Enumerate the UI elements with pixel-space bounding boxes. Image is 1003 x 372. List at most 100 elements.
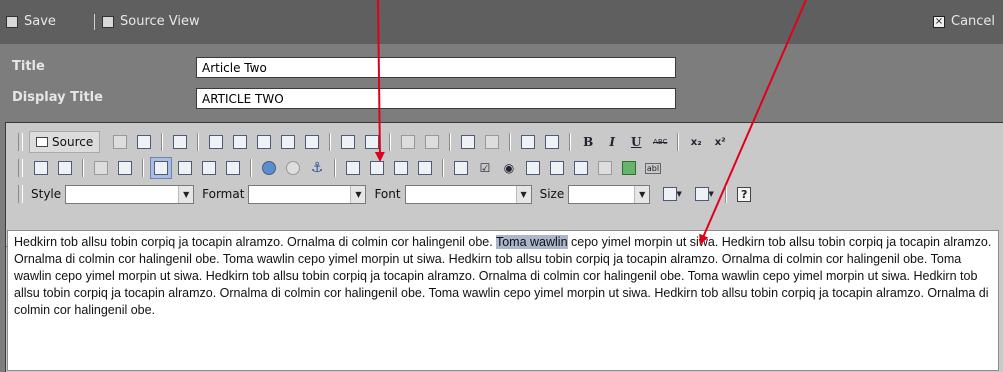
toolbar-separator [250,159,252,177]
underline-button[interactable]: U [625,131,647,153]
editor-content-area[interactable]: Hedkirn tob allsu tobin corpiq ja tocapi… [7,230,999,371]
toolbar-grip [18,159,23,177]
save-doc-button[interactable] [109,131,131,153]
replace-icon [485,135,500,149]
help-icon: ? [737,186,752,202]
insert-image-button[interactable] [342,157,364,179]
justify-button[interactable] [222,157,244,179]
image-button-button[interactable] [618,157,640,179]
style-label: Style [31,187,62,201]
help-button[interactable]: ? [733,183,755,205]
align-center-button[interactable] [174,157,196,179]
form-button[interactable] [450,157,472,179]
toolbar-separator [197,133,200,151]
printer-icon [341,135,356,149]
align-right-button[interactable] [198,157,220,179]
rich-text-editor: Source B I U ABC x₂ x² ⚓ ☑ ◉ abl Style ▼… [5,122,1003,372]
font-select[interactable]: ▼ [404,184,532,204]
image-icon [346,161,360,175]
source-view-button[interactable]: Source View [102,14,200,29]
source-button[interactable]: Source [29,131,101,153]
insert-table-button[interactable] [366,157,388,179]
toolbar-row-3: Style ▼ Format ▼ Font ▼ Size ▼ ▼ ▼ ? [18,182,756,206]
selected-text: Toma wawlin [495,235,568,249]
image-button-icon [622,161,636,175]
horizontal-rule-button[interactable] [390,157,412,179]
indent-button[interactable] [114,157,136,179]
hidden-field-button[interactable]: abl [642,157,664,179]
superscript-glyph: x² [714,136,726,148]
bulleted-list-icon [58,161,72,175]
radio-button[interactable]: ◉ [498,157,520,179]
paste-text-button[interactable] [277,131,299,153]
spellcheck-button[interactable] [361,131,383,153]
scissors-icon [209,135,224,149]
toolbar-separator [334,159,336,177]
print-button[interactable] [337,131,359,153]
bulleted-list-button[interactable] [54,157,76,179]
save-button[interactable]: Save [6,14,56,29]
copy-button[interactable] [229,131,251,153]
align-left-button[interactable] [150,157,172,179]
numbered-list-button[interactable] [30,157,52,179]
background-color-button[interactable]: ▼ [689,183,719,205]
paste-word-button[interactable] [301,131,323,153]
find-button[interactable] [457,131,479,153]
display-title-input[interactable] [196,88,676,109]
textarea-button[interactable] [546,157,568,179]
remove-format-button[interactable] [541,131,563,153]
preview-button[interactable] [133,131,155,153]
cancel-button[interactable]: × Cancel [933,14,995,29]
select-all-button[interactable] [517,131,539,153]
justify-icon [226,161,240,175]
title-input[interactable] [196,57,676,78]
remove-link-button[interactable] [282,157,304,179]
textarea-icon [550,161,564,175]
superscript-button[interactable]: x² [709,131,731,153]
outdent-icon [94,161,108,175]
source-icon [36,137,48,147]
redo-button[interactable] [421,131,443,153]
chevron-down-icon: ▼ [634,185,650,203]
preview-icon [137,135,152,149]
special-char-button[interactable] [414,157,436,179]
textfield-button[interactable] [522,157,544,179]
toolbar-row-2: ⚓ ☑ ◉ abl [18,156,665,180]
toolbar-separator [442,159,444,177]
align-center-icon [178,161,192,175]
toolbar-separator [389,133,392,151]
style-select[interactable]: ▼ [65,184,195,204]
align-left-icon [154,161,168,175]
subscript-button[interactable]: x₂ [685,131,707,153]
toolbar-divider [94,14,95,30]
paste-button[interactable] [253,131,275,153]
checkbox-button[interactable]: ☑ [474,157,496,179]
text-color-icon [662,187,677,201]
cut-button[interactable] [205,131,227,153]
undo-button[interactable] [397,131,419,153]
select-field-button[interactable] [570,157,592,179]
outdent-button[interactable] [90,157,112,179]
table-icon [370,161,384,175]
replace-button[interactable] [481,131,503,153]
editor-text-before: Hedkirn tob allsu tobin corpiq ja tocapi… [14,235,496,249]
italic-button[interactable]: I [601,131,623,153]
templates-button[interactable] [169,131,191,153]
format-select-value [249,185,351,203]
source-label: Source [52,135,94,149]
font-label: Font [374,187,401,201]
strikethrough-button[interactable]: ABC [649,131,671,153]
templates-icon [173,135,188,149]
bold-button[interactable]: B [577,131,599,153]
format-select[interactable]: ▼ [248,184,367,204]
size-label: Size [539,187,565,201]
anchor-button[interactable]: ⚓ [306,157,328,179]
button-field-button[interactable] [594,157,616,179]
text-color-button[interactable]: ▼ [657,183,687,205]
size-select[interactable]: ▼ [568,184,651,204]
toolbar-separator [142,159,144,177]
top-toolbar: Save Source View × Cancel [0,0,1003,44]
insert-link-button[interactable] [258,157,280,179]
eraser-icon [545,135,560,149]
floppy-disk-icon [6,15,18,28]
